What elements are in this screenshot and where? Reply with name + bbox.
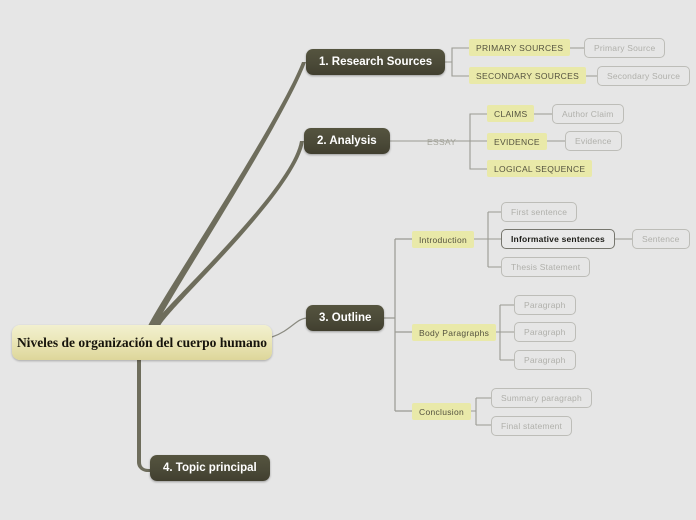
leaf-text: Final statement [501,421,563,431]
label-claims[interactable]: CLAIMS [487,105,535,122]
connector-lines [137,47,632,472]
branch-node-analysis[interactable]: 2. Analysis [304,128,390,154]
label-evidence[interactable]: EVIDENCE [487,133,547,150]
connector-introduction-fanout [470,211,501,268]
trunk-to-analysis [152,141,304,326]
label-introduction[interactable]: Introduction [412,231,475,248]
label-body-paragraphs[interactable]: Body Paragraphs [412,324,497,341]
leaf-paragraph-3[interactable]: Paragraph [514,350,576,370]
leaf-primary-source[interactable]: Primary Source [584,38,666,58]
leaf-evidence[interactable]: Evidence [565,131,622,151]
label-text: Conclusion [419,406,465,417]
branch-node-topic-principal[interactable]: 4. Topic principal [150,455,270,481]
leaf-final-statement[interactable]: Final statement [491,416,573,436]
label-logical-sequence[interactable]: LOGICAL SEQUENCE [487,160,593,177]
connector-root-to-outline [271,317,309,338]
leaf-summary-paragraph[interactable]: Summary paragraph [491,388,592,408]
leaf-text: Thesis Statement [511,262,581,272]
label-secondary-sources[interactable]: SECONDARY SOURCES [469,67,587,84]
leaf-text: Summary paragraph [501,393,582,403]
leaf-informative-sentences[interactable]: Informative sentences [501,229,615,249]
leaf-first-sentence[interactable]: First sentence [501,202,578,222]
leaf-secondary-source[interactable]: Secondary Source [597,66,691,86]
root-node[interactable]: Niveles de organización del cuerpo human… [12,325,272,360]
leaf-thesis-statement[interactable]: Thesis Statement [501,257,591,277]
leaf-text: Paragraph [524,327,566,337]
leaf-paragraph-1[interactable]: Paragraph [514,295,576,315]
leaf-text: Evidence [575,136,612,146]
connector-outline-stem [380,238,412,412]
label-text: SECONDARY SOURCES [476,70,580,81]
label-text: LOGICAL SEQUENCE [494,163,586,174]
leaf-paragraph-2[interactable]: Paragraph [514,322,576,342]
trunk-to-topic-principal [137,359,155,472]
mindmap-canvas: Niveles de organización del cuerpo human… [0,0,696,520]
branch-label: 3. Outline [319,312,372,324]
label-text: Introduction [419,234,468,245]
leaf-text: Primary Source [594,43,656,53]
branch-label: 4. Topic principal [163,462,257,474]
label-conclusion[interactable]: Conclusion [412,403,472,420]
branch-node-outline[interactable]: 3. Outline [306,305,385,331]
label-text: Body Paragraphs [419,327,490,338]
connector-essay-fanout [469,113,487,170]
label-text: PRIMARY SOURCES [476,42,564,53]
branch-label: 2. Analysis [317,135,377,147]
trunk-to-research-sources [148,62,306,326]
label-essay[interactable]: ESSAY [420,133,463,150]
leaf-text: Paragraph [524,300,566,310]
branch-label: 1. Research Sources [319,56,433,68]
leaf-text: Paragraph [524,355,566,365]
label-primary-sources[interactable]: PRIMARY SOURCES [469,39,571,56]
leaf-author-claim[interactable]: Author Claim [552,104,624,124]
leaf-text: First sentence [511,207,568,217]
leaf-text: Informative sentences [511,234,605,244]
leaf-text: Author Claim [562,109,614,119]
root-node-label: Niveles de organización del cuerpo human… [16,334,268,350]
label-text: EVIDENCE [494,136,540,147]
label-text: ESSAY [427,136,457,147]
leaf-text: Sentence [642,234,680,244]
leaf-sentence[interactable]: Sentence [632,229,690,249]
label-text: CLAIMS [494,108,528,119]
branch-node-research-sources[interactable]: 1. Research Sources [306,49,446,75]
leaf-text: Secondary Source [607,71,681,81]
